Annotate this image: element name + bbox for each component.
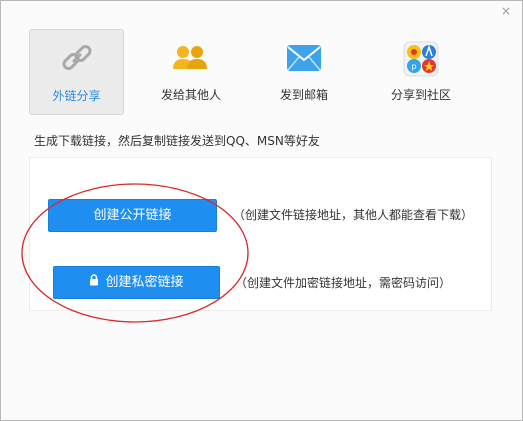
share-dialog: × 外链分享 发给其他人 发到邮箱 p 分享到社区 生成下载链接，然后复制链接发… <box>0 0 523 421</box>
create-public-link-button[interactable]: 创建公开链接 <box>48 199 217 232</box>
create-private-link-button[interactable]: 创建私密链接 <box>53 266 220 299</box>
mail-icon <box>257 41 351 77</box>
tab-send-to-others[interactable]: 发给其他人 <box>144 29 238 114</box>
tab-send-to-mail[interactable]: 发到邮箱 <box>257 29 351 114</box>
tab-label: 外链分享 <box>52 89 101 103</box>
tab-share-community[interactable]: p 分享到社区 <box>374 29 468 114</box>
private-link-note: （创建文件加密链接地址，需密码访问） <box>235 276 452 290</box>
close-icon[interactable]: × <box>500 5 512 17</box>
tab-label: 分享到社区 <box>390 88 451 102</box>
users-icon <box>144 41 238 77</box>
community-icon: p <box>374 41 468 77</box>
svg-text:p: p <box>411 62 416 71</box>
link-icon <box>30 42 123 78</box>
tab-label: 发到邮箱 <box>279 88 328 102</box>
button-label: 创建公开链接 <box>93 208 172 223</box>
tab-external-link[interactable]: 外链分享 <box>29 29 124 115</box>
description-text: 生成下载链接，然后复制链接发送到QQ、MSN等好友 <box>34 134 320 148</box>
public-link-note: （创建文件链接地址，其他人都能查看下载） <box>233 208 474 222</box>
button-label: 创建私密链接 <box>105 275 184 290</box>
tab-label: 发给其他人 <box>160 88 221 102</box>
share-tabs: 外链分享 发给其他人 发到邮箱 p 分享到社区 <box>29 29 469 115</box>
lock-icon <box>89 267 99 298</box>
